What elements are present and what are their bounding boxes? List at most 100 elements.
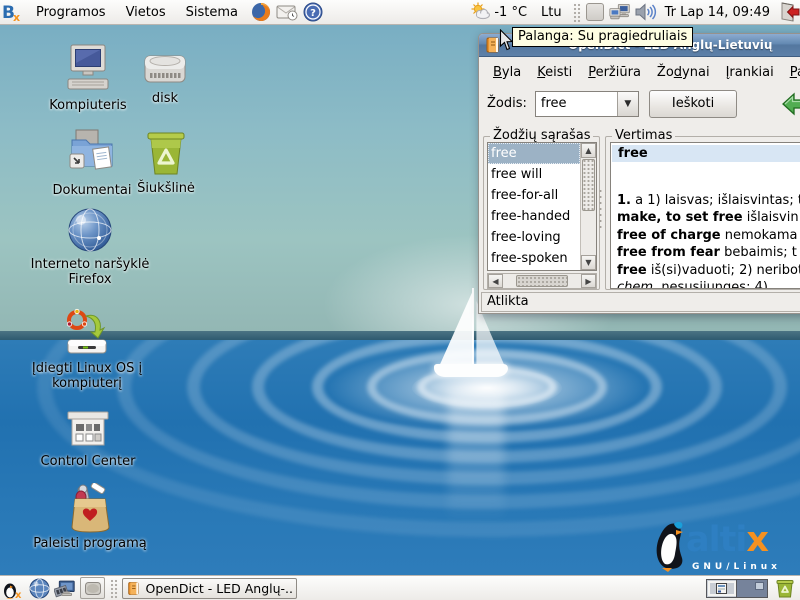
menu-vietos[interactable]: Vietos	[116, 0, 176, 25]
menu-keisti[interactable]: Keisti	[529, 60, 580, 85]
search-label: Žodis:	[487, 96, 527, 111]
wordlist: freefree willfree-for-allfree-handedfree…	[487, 142, 597, 271]
scroll-up-icon[interactable]: ▲	[581, 143, 596, 158]
globe-icon	[20, 206, 160, 254]
desktop-icon-label: Šiukšlinė	[96, 181, 236, 196]
menu-perziura[interactable]: Peržiūra	[580, 60, 649, 85]
translation-headword: free	[612, 145, 800, 162]
volume-icon[interactable]	[635, 1, 657, 23]
wordlist-horizontal-scrollbar[interactable]: ◀ ▶	[487, 273, 597, 289]
wordlist-item[interactable]: free-handed	[488, 206, 580, 227]
wordlist-group: Žodžių sąrašas freefree willfree-for-all…	[483, 136, 600, 290]
wordlist-item[interactable]: free	[488, 143, 580, 164]
baltix-logo-icon[interactable]: x	[2, 577, 24, 599]
workspace-switcher	[706, 579, 768, 598]
translation-line: free iš(si)vaduoti; 2) neribot	[617, 262, 800, 279]
desktop-icon-control-center[interactable]: Control Center	[18, 411, 158, 469]
scrollbar-thumb[interactable]	[582, 159, 595, 211]
green-back-arrow-icon[interactable]	[782, 91, 800, 121]
wordlist-item[interactable]: free-for-all	[488, 185, 580, 206]
keyboard-layout-indicator[interactable]: Ltu	[533, 5, 570, 20]
watermark-subtitle: GNU/Linux	[692, 562, 781, 572]
run-program-icon	[20, 483, 160, 533]
globe-icon[interactable]	[28, 577, 50, 599]
word-combobox[interactable]: free ▼	[535, 91, 639, 117]
disk-icon	[95, 48, 235, 88]
multimedia-icon[interactable]	[54, 577, 76, 599]
temperature-text: -1 °C	[494, 5, 533, 20]
workspace-1[interactable]	[707, 580, 737, 597]
pane-splitter-handle[interactable]	[598, 188, 604, 228]
network-computers-icon[interactable]	[609, 1, 631, 23]
scroll-right-icon[interactable]: ▶	[581, 274, 596, 288]
show-desktop-button[interactable]	[80, 577, 105, 599]
help-icon[interactable]: ?	[302, 1, 324, 23]
install-os-icon	[17, 308, 157, 358]
desktop-icon-label: Paleisti programą	[20, 536, 160, 551]
translation-line: chem. nesusijungęs; 4)	[617, 279, 800, 289]
scroll-down-icon[interactable]: ▼	[581, 255, 596, 270]
opendict-window: OpenDict - LED Anglų-Lietuvių Byla Keist…	[478, 33, 800, 314]
desktop-icon-run-program[interactable]: Paleisti programą	[20, 483, 160, 551]
panel-drag-handle[interactable]	[572, 2, 581, 23]
wordlist-item[interactable]: free-spoken	[488, 248, 580, 269]
panel-drag-handle[interactable]	[109, 578, 118, 599]
wordlist-vertical-scrollbar[interactable]: ▲ ▼	[580, 143, 596, 270]
sun-cloud-icon[interactable]	[470, 1, 492, 23]
top-panel: B x Programos Vietos Sistema	[0, 0, 800, 25]
desktop-icon-siuksline[interactable]: Šiukšlinė	[96, 128, 236, 196]
translation-line: free from fear bebaimis; t	[617, 244, 800, 261]
baltix-watermark: altix GNU/Linux	[652, 518, 792, 574]
window-statusbar: Atlikta	[481, 292, 800, 312]
translation-line: 1. a 1) laisvas; išlaisvintas; t	[617, 192, 800, 209]
menu-zodynai[interactable]: Žodynai	[649, 60, 718, 85]
translation-textarea[interactable]: free 1. a 1) laisvas; išlaisvintas; tmak…	[610, 142, 800, 289]
trash-applet-icon[interactable]	[774, 577, 796, 599]
svg-text:x: x	[15, 590, 22, 599]
taskbar-button-label: OpenDict - LED Anglų-...	[146, 581, 292, 596]
desktop-icon-firefox[interactable]: Interneto naršyklė Firefox	[20, 206, 160, 287]
scroll-left-icon[interactable]: ◀	[488, 274, 503, 288]
search-button[interactable]: Ieškoti	[649, 90, 737, 118]
desktop-icon-label: Control Center	[18, 454, 158, 469]
control-center-icon	[18, 411, 158, 451]
svg-text:x: x	[13, 11, 20, 22]
bottom-panel: x	[0, 575, 800, 600]
desktop-icon-label: Interneto naršyklė Firefox	[20, 257, 160, 287]
mail-icon[interactable]	[276, 1, 298, 23]
menu-irankiai[interactable]: Įrankiai	[718, 60, 782, 85]
scrollbar-thumb[interactable]	[516, 275, 568, 287]
wordlist-group-title: Žodžių sąrašas	[490, 128, 593, 143]
watermark-brand: altix	[686, 520, 768, 560]
boat-reflection	[448, 392, 504, 522]
desktop-icon-label: Įdiegti Linux OS į kompiuterį	[17, 361, 157, 391]
wordlist-item[interactable]: free-loving	[488, 227, 580, 248]
menu-byla[interactable]: Byla	[485, 60, 529, 85]
desktop-icon-disk[interactable]: disk	[95, 48, 235, 106]
menu-programos[interactable]: Programos	[26, 0, 116, 25]
svg-text:?: ?	[310, 8, 316, 19]
weather-tooltip: Palanga: Su pragiedruliais	[512, 27, 693, 47]
workspace-2[interactable]	[737, 580, 767, 597]
mouse-cursor	[499, 29, 514, 55]
desktop-screen: altix GNU/Linux Kompiuteris	[0, 0, 800, 600]
clock[interactable]: Tr Lap 14, 09:49	[659, 5, 776, 20]
tray-blank-icon[interactable]	[586, 3, 604, 21]
trash-icon	[96, 128, 236, 178]
taskbar-opendict-button[interactable]: OpenDict - LED Anglų-...	[122, 578, 297, 599]
menu-sistema[interactable]: Sistema	[176, 0, 248, 25]
word-input[interactable]: free	[536, 92, 617, 116]
opendict-book-icon	[127, 581, 141, 596]
translation-group-title: Vertimas	[612, 128, 675, 143]
menu-pagalba[interactable]: Pagalba	[782, 60, 800, 85]
wordlist-item[interactable]: free will	[488, 164, 580, 185]
window-menubar: Byla Keisti Peržiūra Žodynai Įrankiai Pa…	[479, 57, 800, 87]
firefox-icon[interactable]	[250, 1, 272, 23]
desktop-icon-label: disk	[95, 91, 235, 106]
logout-door-icon[interactable]	[778, 1, 800, 23]
chevron-down-icon[interactable]: ▼	[617, 92, 638, 116]
translation-line: free of charge nemokama	[617, 227, 800, 244]
search-row: Žodis: free ▼ Ieškoti	[479, 87, 800, 120]
desktop-icon-install-linux[interactable]: Įdiegti Linux OS į kompiuterį	[17, 308, 157, 391]
baltix-menu-logo-icon[interactable]: B x	[2, 1, 24, 23]
